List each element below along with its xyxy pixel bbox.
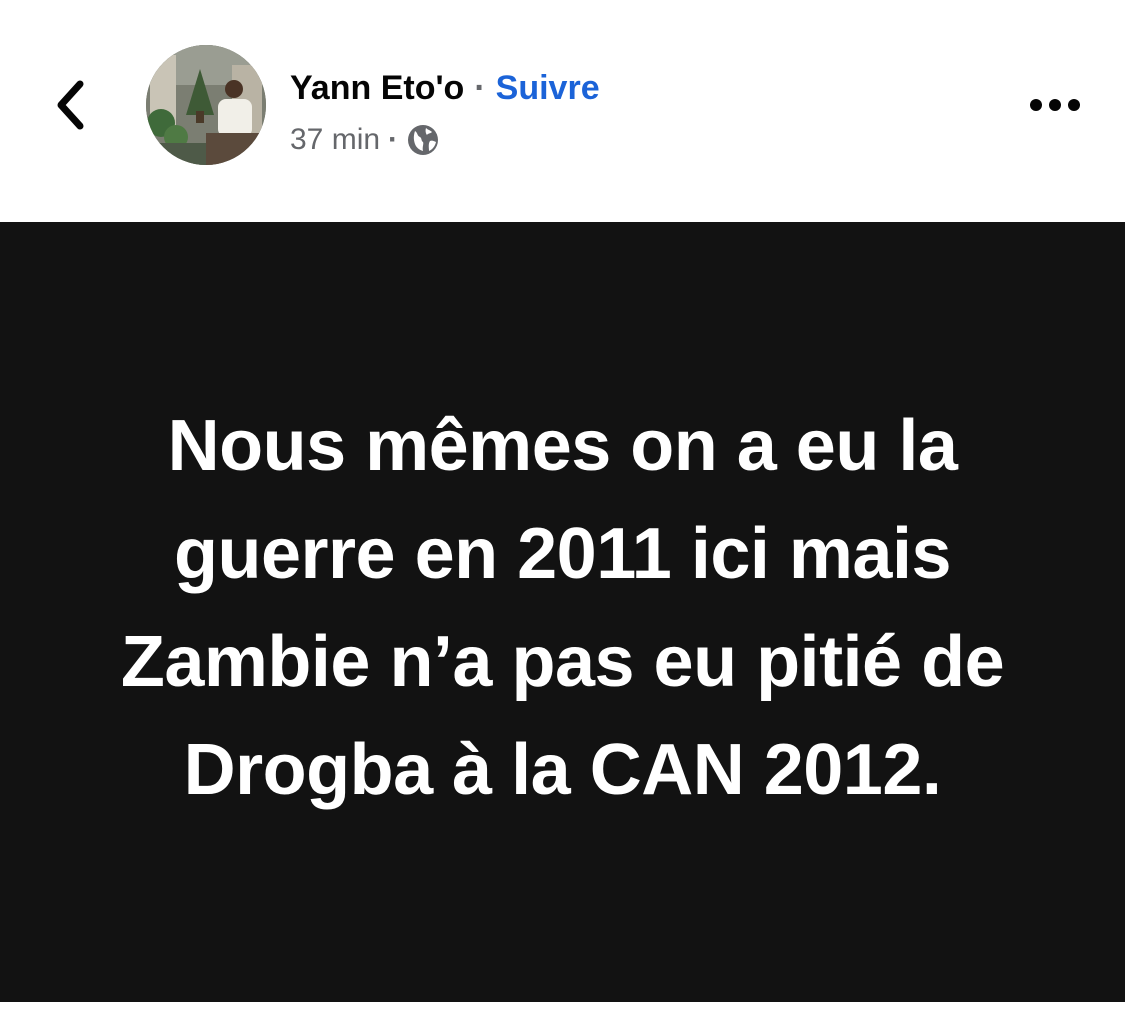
bottom-divider xyxy=(0,1002,1125,1020)
name-separator: · xyxy=(474,68,486,107)
post-timestamp[interactable]: 37 min xyxy=(290,123,380,157)
post-header: Yann Eto'o · Suivre 37 min · xyxy=(0,0,1125,222)
author-row: Yann Eto'o · Suivre xyxy=(290,64,600,112)
profile-photo xyxy=(146,45,266,165)
back-button[interactable] xyxy=(40,70,100,140)
more-horizontal-icon xyxy=(1030,99,1080,111)
text-post-card[interactable]: Nous mêmes on a eu la guerre en 2011 ici… xyxy=(0,222,1125,1002)
avatar[interactable] xyxy=(146,45,266,165)
globe-icon[interactable] xyxy=(406,123,440,157)
post-text: Nous mêmes on a eu la guerre en 2011 ici… xyxy=(120,406,1005,810)
more-options-button[interactable] xyxy=(1020,80,1090,130)
meta-separator: · xyxy=(388,123,399,156)
chevron-left-icon xyxy=(57,80,84,130)
author-name[interactable]: Yann Eto'o xyxy=(290,69,464,108)
post-meta: 37 min · xyxy=(290,118,440,162)
follow-button[interactable]: Suivre xyxy=(496,69,600,108)
